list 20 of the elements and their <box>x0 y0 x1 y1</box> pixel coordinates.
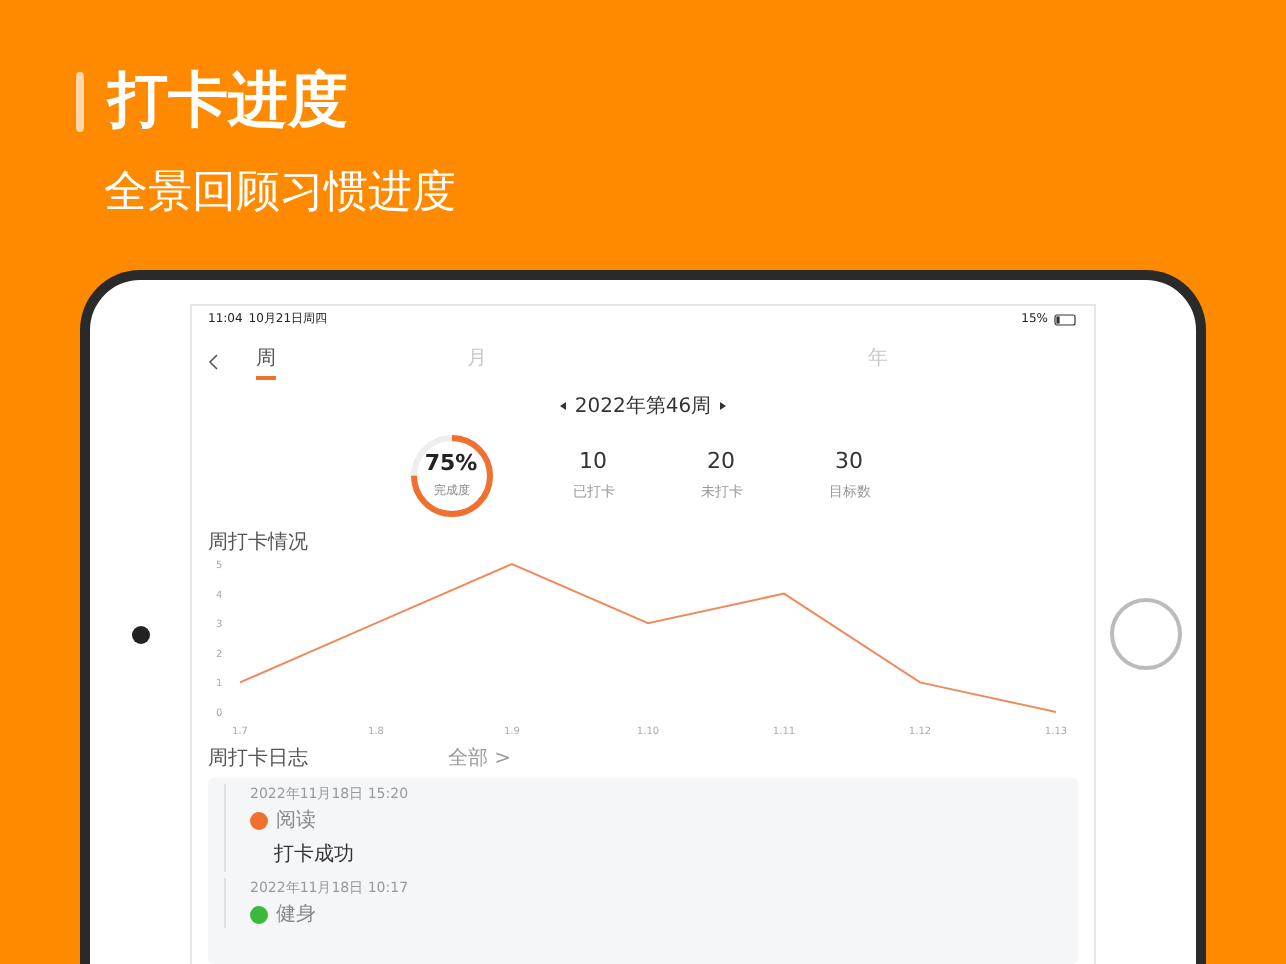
stat-value: 20 <box>707 447 735 473</box>
period-label: 2022年第46周 <box>574 394 712 420</box>
progress-value: 75% <box>424 449 478 475</box>
back-icon[interactable] <box>208 354 218 370</box>
chart-title: 周打卡情况 <box>208 529 310 556</box>
stat-value: 30 <box>835 447 863 473</box>
accent-bar <box>76 71 84 131</box>
stat-value: 10 <box>579 447 607 473</box>
camera-dot <box>131 625 149 643</box>
habit-name: 阅读 <box>276 807 316 834</box>
banner-subtitle: 全景回顾习惯进度 <box>104 166 458 222</box>
battery-icon <box>1054 313 1078 325</box>
next-week-icon[interactable] <box>719 402 726 410</box>
prev-week-icon[interactable] <box>560 402 567 410</box>
banner-title: 打卡进度 <box>108 64 348 140</box>
view-all-link[interactable]: 全部 > <box>448 744 512 772</box>
habit-name: 健身 <box>276 902 316 928</box>
period-tab[interactable]: 周 <box>256 344 276 380</box>
log-title: 周打卡日志 <box>208 745 308 772</box>
entry-message: 打卡成功 <box>274 841 356 868</box>
